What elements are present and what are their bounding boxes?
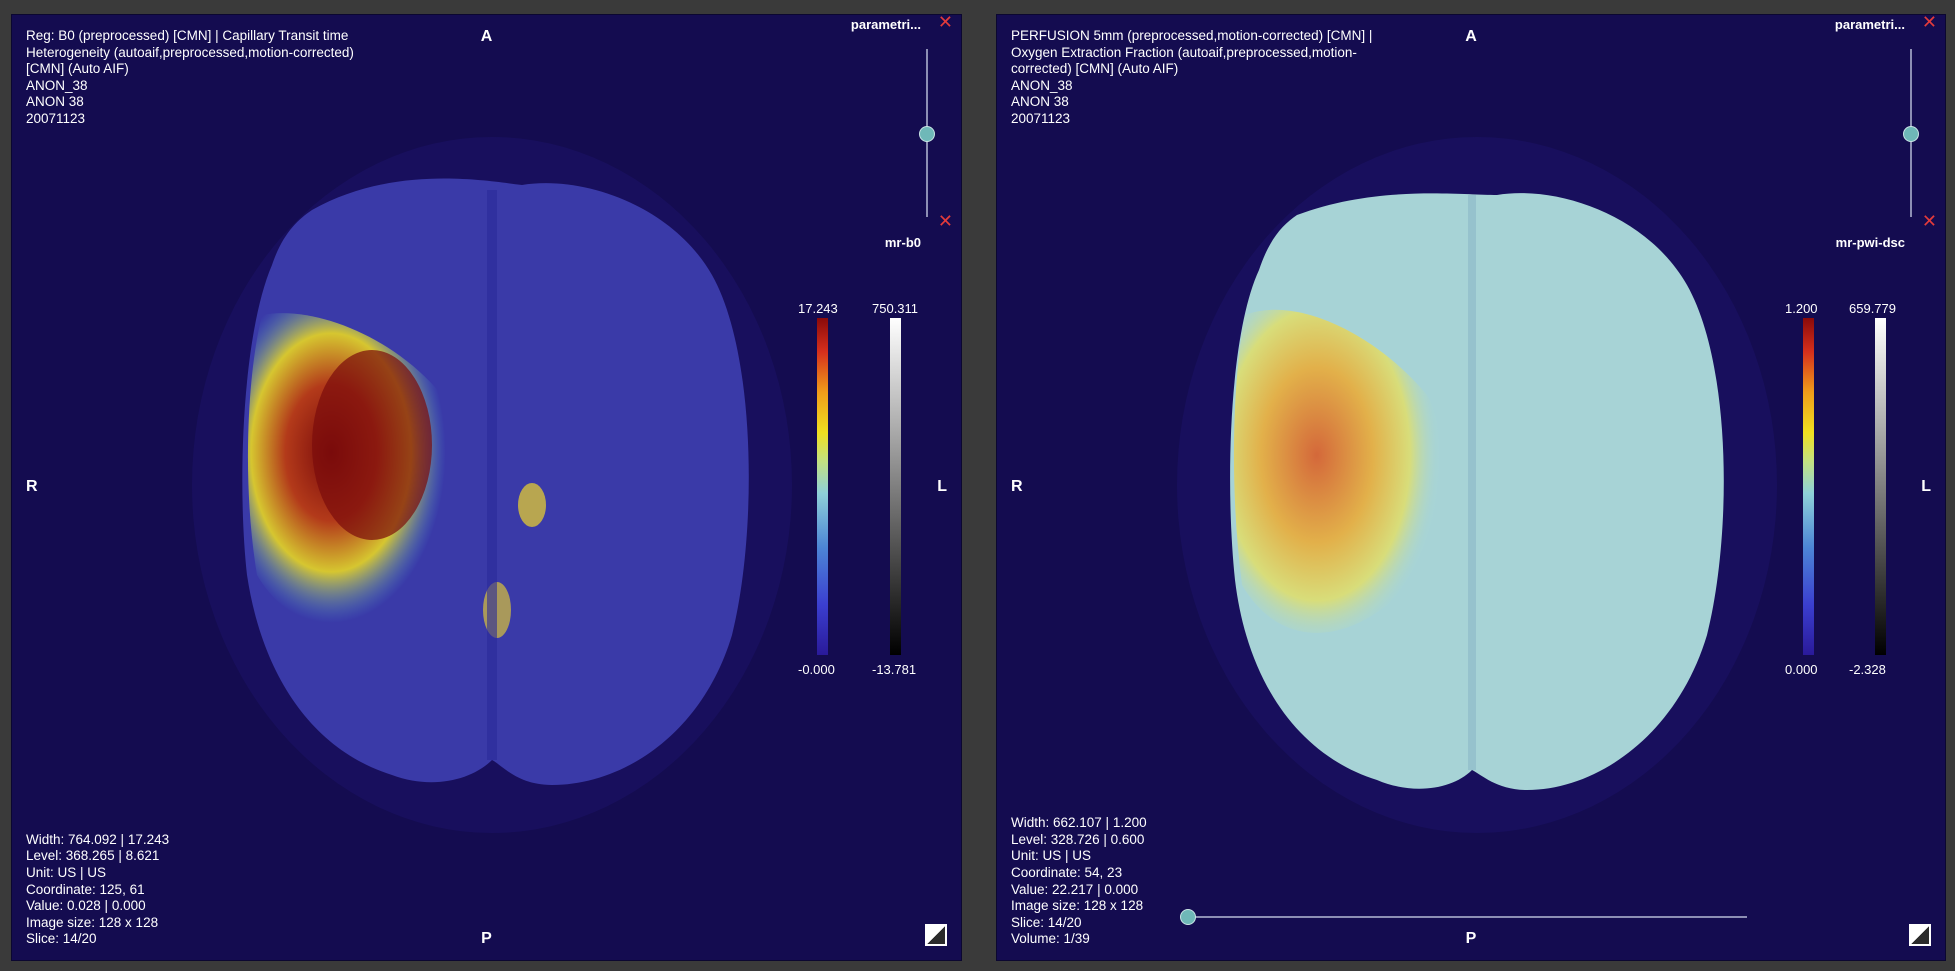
colorbar-param [1803,318,1814,655]
opacity-slider-handle[interactable] [919,126,935,142]
opacity-slider-handle[interactable] [1903,126,1919,142]
viewport-left[interactable]: Reg: B0 (preprocessed) [CMN] | Capillary… [11,14,962,961]
close-parametric-layer-icon[interactable]: ✕ [1922,15,1937,31]
colorbar-param-min: 0.000 [1785,662,1818,677]
orientation-left: L [937,478,947,495]
volume-slider-handle[interactable] [1180,909,1196,925]
colorbar-gray-min: -13.781 [872,662,917,677]
layer-label-base: mr-pwi-dsc [1835,235,1905,250]
series-info: PERFUSION 5mm (preprocessed,motion-corre… [1011,28,1373,126]
window-level-icon[interactable] [925,924,947,946]
orientation-left: L [1921,478,1931,495]
series-info: Reg: B0 (preprocessed) [CMN] | Capillary… [26,28,354,126]
close-parametric-layer-icon[interactable]: ✕ [938,15,953,31]
colorbar-param-min: -0.000 [798,662,835,677]
colorbar-param [817,318,828,655]
image-info: Width: 662.107 | 1.200 Level: 328.726 | … [1011,815,1147,947]
window-level-icon[interactable] [1909,924,1931,946]
layer-label-parametric: parametri... [850,17,921,32]
colorbar-gray [1875,318,1886,655]
close-base-layer-icon[interactable]: ✕ [938,212,953,230]
colorbar-gray-min: -2.328 [1849,662,1886,677]
colorbar-param-max: 1.200 [1785,301,1818,316]
orientation-anterior: A [480,28,493,45]
orientation-right: R [1011,478,1023,495]
close-base-layer-icon[interactable]: ✕ [1922,212,1937,230]
volume-slider-track[interactable] [1187,916,1747,918]
orientation-posterior: P [1465,930,1477,947]
orientation-right: R [26,478,38,495]
layer-label-base: mr-b0 [884,235,921,250]
orientation-posterior: P [481,930,492,947]
colorbar-gray [890,318,901,655]
orientation-anterior: A [1465,28,1477,45]
colorbar-gray-max: 750.311 [872,301,919,316]
colorbar-param-max: 17.243 [798,301,838,316]
colorbar-gray-max: 659.779 [1849,301,1896,316]
layer-label-parametric: parametri... [1834,17,1905,32]
image-info: Width: 764.092 | 17.243 Level: 368.265 |… [26,831,170,947]
viewport-right[interactable]: PERFUSION 5mm (preprocessed,motion-corre… [996,14,1946,961]
